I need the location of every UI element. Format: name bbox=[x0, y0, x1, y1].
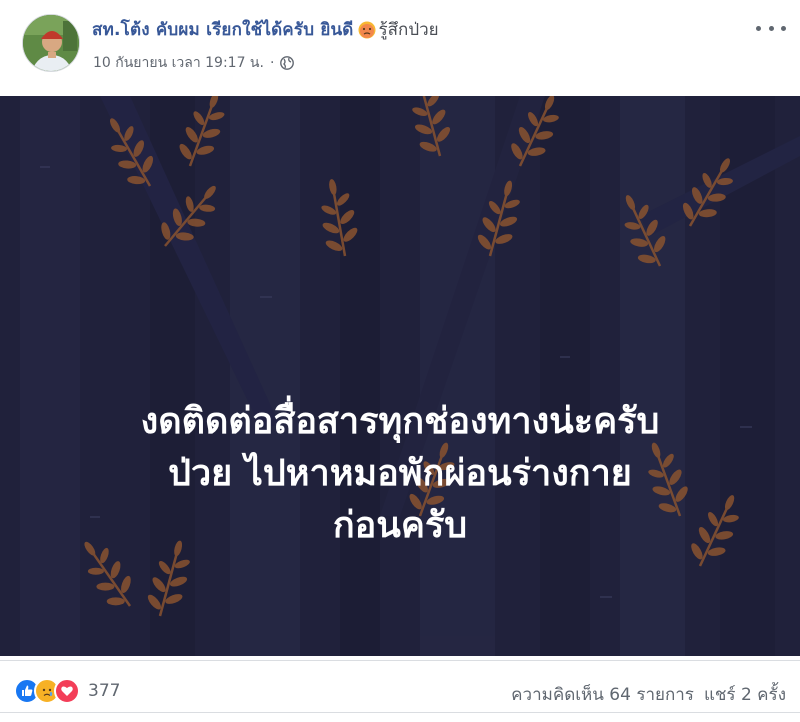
love-icon bbox=[54, 678, 80, 704]
forest-background bbox=[0, 96, 800, 656]
caption-line: ก่อนครับ bbox=[332, 505, 468, 546]
more-dot bbox=[756, 25, 761, 31]
sick-face-emoji-icon bbox=[358, 21, 376, 39]
facebook-post: สท.โต้ง คับผม เรียกใช้ได้ครับ ยินดี รู้ส… bbox=[0, 0, 800, 722]
reactions-summary[interactable]: 377 bbox=[14, 678, 120, 704]
post-meta: 10 กันยายน เวลา 19:17 น. · bbox=[93, 52, 295, 74]
post-header: สท.โต้ง คับผม เรียกใช้ได้ครับ ยินดี รู้ส… bbox=[0, 0, 800, 96]
more-dot bbox=[768, 25, 774, 31]
comment-count[interactable]: ความคิดเห็น 64 รายการ bbox=[511, 681, 694, 708]
more-options-icon[interactable] bbox=[756, 18, 786, 38]
post-timestamp[interactable]: 10 กันยายน เวลา 19:17 น. bbox=[93, 52, 264, 74]
caption-line: งดติดต่อสื่อสารทุกช่องทางน่ะครับ bbox=[140, 401, 660, 442]
footer-divider bbox=[0, 712, 800, 713]
share-count[interactable]: แชร์ 2 ครั้ง bbox=[704, 681, 786, 708]
author-name[interactable]: สท.โต้ง คับผม เรียกใช้ได้ครับ ยินดี bbox=[92, 16, 354, 43]
author-line: สท.โต้ง คับผม เรียกใช้ได้ครับ ยินดี รู้ส… bbox=[92, 16, 439, 43]
image-caption: งดติดต่อสื่อสารทุกช่องทางน่ะครับ ป่วย ไป… bbox=[0, 396, 800, 552]
caption-line: ป่วย ไปหาหมอพักผ่อนร่างกาย bbox=[168, 453, 632, 494]
more-dot bbox=[781, 25, 786, 31]
globe-icon[interactable] bbox=[280, 56, 295, 70]
engagement-stats: ความคิดเห็น 64 รายการ แชร์ 2 ครั้ง bbox=[511, 681, 786, 708]
avatar-image bbox=[23, 15, 79, 71]
meta-separator: · bbox=[269, 55, 275, 71]
reaction-count[interactable]: 377 bbox=[88, 681, 120, 701]
author-avatar[interactable] bbox=[22, 14, 80, 72]
post-image[interactable]: งดติดต่อสื่อสารทุกช่องทางน่ะครับ ป่วย ไป… bbox=[0, 96, 800, 656]
feeling-label: รู้สึกป่วย bbox=[378, 20, 439, 40]
